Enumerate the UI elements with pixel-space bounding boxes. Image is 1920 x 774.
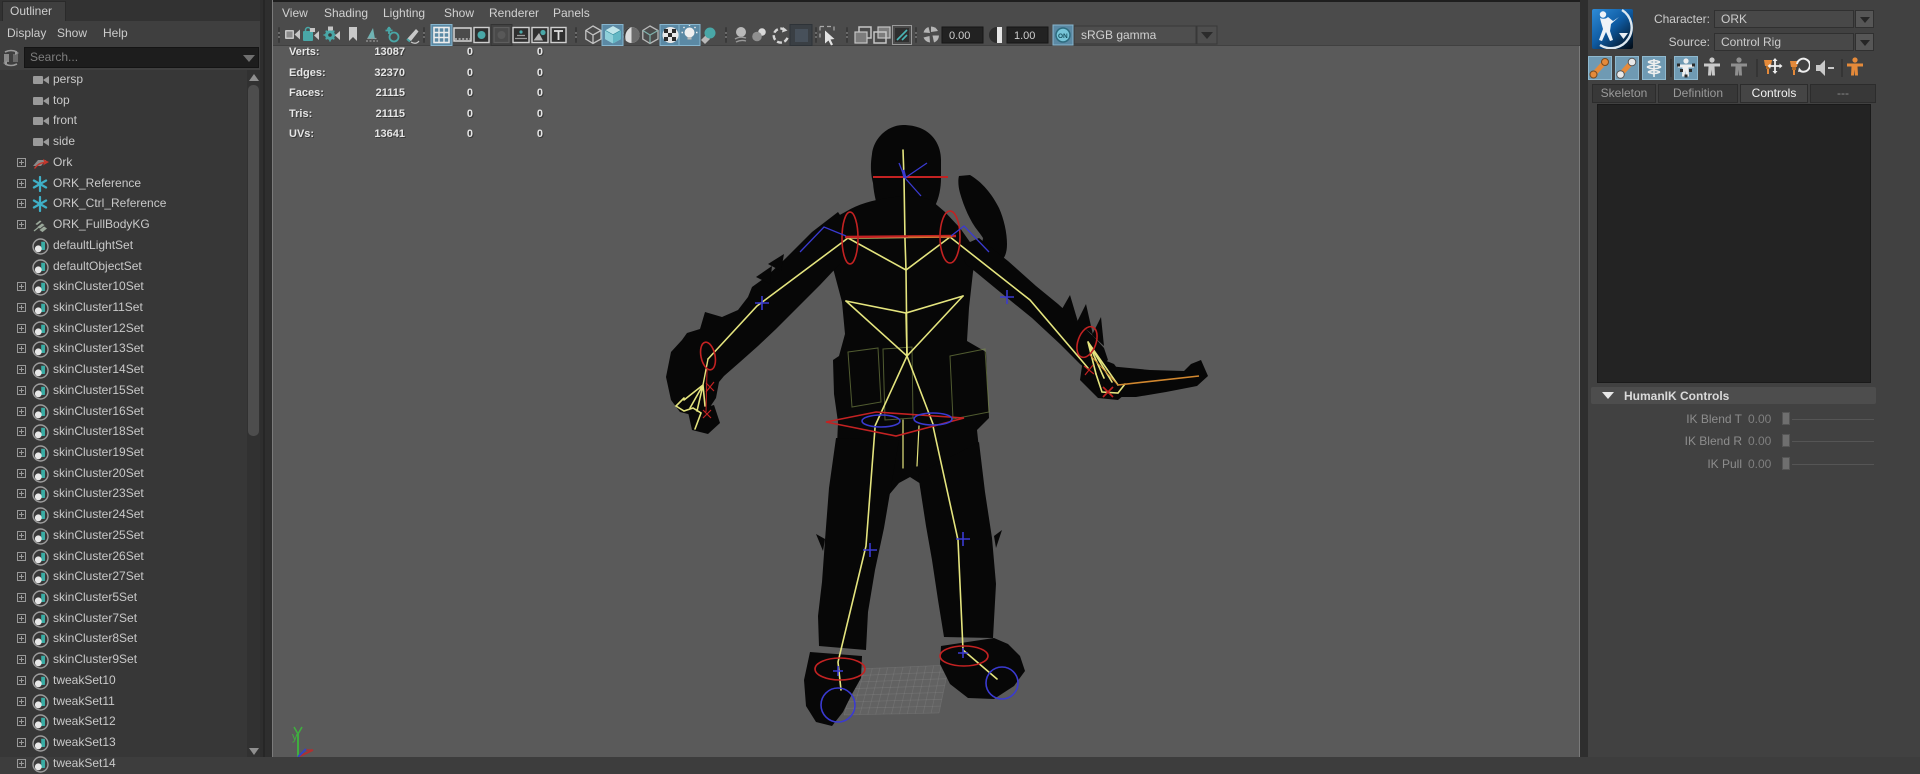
svg-text:y: y <box>292 731 298 743</box>
